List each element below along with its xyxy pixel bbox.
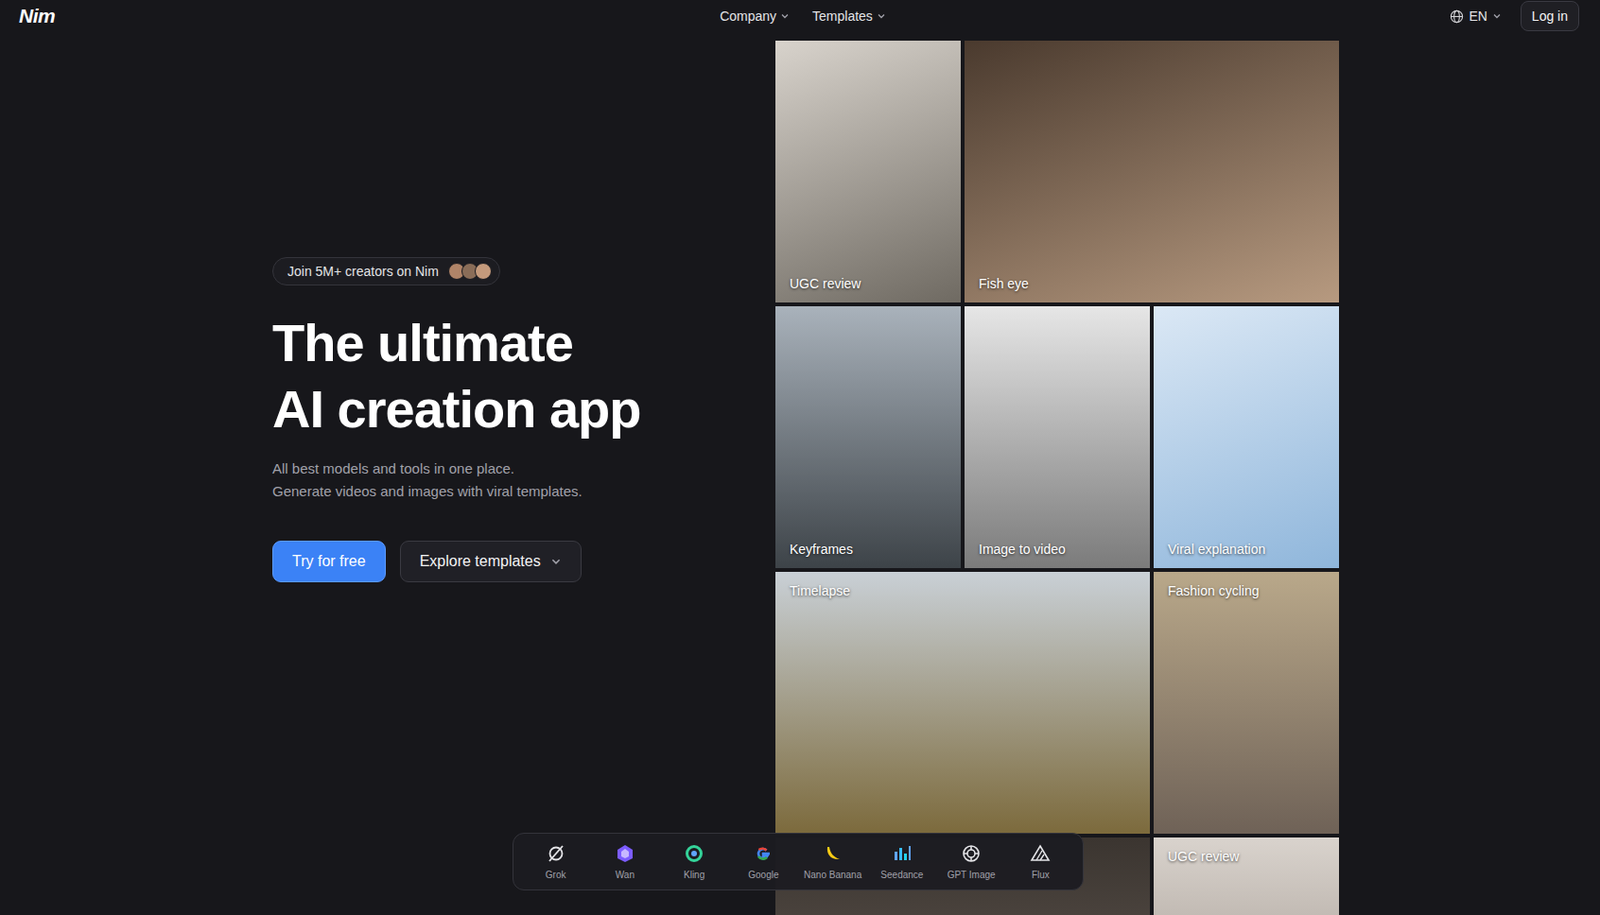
explore-templates-button[interactable]: Explore templates xyxy=(400,540,582,583)
nav-link[interactable]: Company xyxy=(719,8,790,24)
tile-label: Viral explanation xyxy=(1167,541,1325,557)
page: Nim Company Templates EN Log in Join 5M+ crea… xyxy=(0,0,1600,915)
grok-icon xyxy=(545,843,567,865)
hero-subtitle: All best models and tools in one place.G… xyxy=(272,457,583,504)
avatars xyxy=(448,262,492,280)
model-item[interactable]: GPT Image xyxy=(937,843,1007,881)
title-line: The ultimate xyxy=(272,310,642,377)
tile-label: UGC review xyxy=(789,276,947,292)
model-item[interactable]: Nano Banana xyxy=(798,843,868,881)
model-item[interactable]: Kling xyxy=(660,843,730,881)
model-name: Grok xyxy=(545,869,567,881)
language-select[interactable]: EN xyxy=(1449,8,1501,24)
template-tile[interactable]: UGC review xyxy=(1153,837,1340,915)
nav-right: EN Log in xyxy=(886,0,1580,32)
globe-icon xyxy=(1449,9,1464,24)
try-free-button[interactable]: Try for free xyxy=(272,540,386,583)
avatar xyxy=(474,262,492,280)
nav-links: Company Templates xyxy=(712,8,887,24)
subtitle-line: Generate videos and images with viral te… xyxy=(272,480,583,504)
template-grid: UGC review Fish eye Keyframes Image to vide… xyxy=(775,40,1340,915)
model-item[interactable]: Flux xyxy=(1006,843,1076,881)
login-button[interactable]: Log in xyxy=(1520,0,1580,32)
hero-buttons: Try for free Explore templates xyxy=(272,540,582,583)
model-bar: Grok Wan Kling Google Nano Banana Seedance GPT… xyxy=(512,833,1084,891)
model-name: Wan xyxy=(615,869,635,881)
tile-label: Image to video xyxy=(978,541,1136,557)
model-item[interactable]: Seedance xyxy=(867,843,937,881)
hero: Join 5M+ creators on Nim The ultimateAI c… xyxy=(0,32,776,583)
tile-label: Keyframes xyxy=(789,541,947,557)
top-nav: Nim Company Templates EN Log in xyxy=(0,0,1600,33)
model-item[interactable]: Grok xyxy=(521,843,591,881)
model-name: Flux xyxy=(1031,869,1050,881)
google-icon xyxy=(752,843,774,865)
chevron-down-icon xyxy=(780,11,790,21)
tile-label: Timelapse xyxy=(789,583,1136,599)
template-tile[interactable]: Image to video xyxy=(964,306,1150,569)
model-item[interactable]: Wan xyxy=(590,843,660,881)
seedance-icon xyxy=(891,843,913,865)
chevron-down-icon xyxy=(876,11,887,21)
template-tile[interactable]: Fashion cycling xyxy=(1153,572,1340,835)
model-item[interactable]: Google xyxy=(729,843,799,881)
title-line: AI creation app xyxy=(272,376,642,443)
model-name: Nano Banana xyxy=(803,869,862,881)
template-tile[interactable]: UGC review xyxy=(775,40,961,303)
model-name: GPT Image xyxy=(947,869,996,881)
model-name: Google xyxy=(747,869,779,881)
template-tile[interactable]: Fish eye xyxy=(964,40,1340,303)
model-name: Kling xyxy=(683,869,705,881)
model-name: Seedance xyxy=(880,869,923,881)
logo[interactable]: Nim xyxy=(18,4,713,28)
wan-icon xyxy=(614,843,636,865)
main: Join 5M+ creators on Nim The ultimateAI c… xyxy=(0,32,1600,915)
hero-title: The ultimateAI creation app xyxy=(272,310,642,443)
openai-icon xyxy=(960,843,982,865)
template-tile[interactable]: Viral explanation xyxy=(1153,306,1340,569)
chevron-down-icon xyxy=(1492,11,1502,21)
flux-icon xyxy=(1029,843,1051,865)
banana-icon xyxy=(822,843,844,865)
subtitle-line: All best models and tools in one place. xyxy=(272,457,583,481)
kling-icon xyxy=(683,843,705,865)
tile-label: Fish eye xyxy=(978,276,1325,292)
creators-badge: Join 5M+ creators on Nim xyxy=(272,257,501,286)
tile-label: Fashion cycling xyxy=(1167,583,1325,599)
tile-label: UGC review xyxy=(1167,849,1325,865)
template-tile[interactable]: Timelapse xyxy=(775,572,1150,835)
template-tile[interactable]: Keyframes xyxy=(775,306,961,569)
nav-link[interactable]: Templates xyxy=(812,8,887,24)
chevron-down-icon xyxy=(550,556,562,568)
